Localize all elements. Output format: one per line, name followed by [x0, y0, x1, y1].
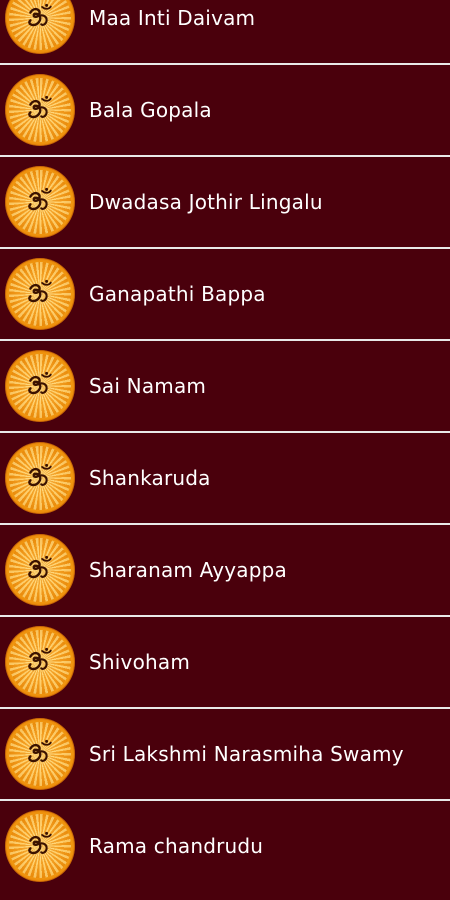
song-title: Rama chandrudu	[89, 834, 264, 858]
song-title: Shankaruda	[89, 466, 211, 490]
om-icon	[5, 626, 75, 698]
song-list-item[interactable]: Sharanam Ayyappa	[0, 525, 450, 617]
song-title: Bala Gopala	[89, 98, 212, 122]
om-icon	[5, 166, 75, 238]
song-list-item[interactable]: Dwadasa Jothir Lingalu	[0, 157, 450, 249]
om-icon	[5, 74, 75, 146]
song-list-item[interactable]: Sai Namam	[0, 341, 450, 433]
song-list: Maa Inti Daivam Bala Gopala Dwadasa Joth…	[0, 0, 450, 891]
song-list-item[interactable]: Rama chandrudu	[0, 801, 450, 891]
om-icon	[5, 534, 75, 606]
song-list-item[interactable]: Ganapathi Bappa	[0, 249, 450, 341]
om-icon	[5, 718, 75, 790]
song-title: Ganapathi Bappa	[89, 282, 266, 306]
song-list-item[interactable]: Maa Inti Daivam	[0, 0, 450, 65]
om-icon	[5, 442, 75, 514]
song-title: Dwadasa Jothir Lingalu	[89, 190, 323, 214]
song-title: Sharanam Ayyappa	[89, 558, 287, 582]
om-icon	[5, 258, 75, 330]
song-title: Maa Inti Daivam	[89, 6, 256, 30]
song-title: Sai Namam	[89, 374, 207, 398]
om-icon	[5, 350, 75, 422]
song-title: Sri Lakshmi Narasmiha Swamy	[89, 742, 404, 766]
song-list-item[interactable]: Shivoham	[0, 617, 450, 709]
song-list-item[interactable]: Shankaruda	[0, 433, 450, 525]
song-title: Shivoham	[89, 650, 191, 674]
om-icon	[5, 810, 75, 882]
song-list-item[interactable]: Bala Gopala	[0, 65, 450, 157]
om-icon	[5, 0, 75, 54]
song-list-item[interactable]: Sri Lakshmi Narasmiha Swamy	[0, 709, 450, 801]
